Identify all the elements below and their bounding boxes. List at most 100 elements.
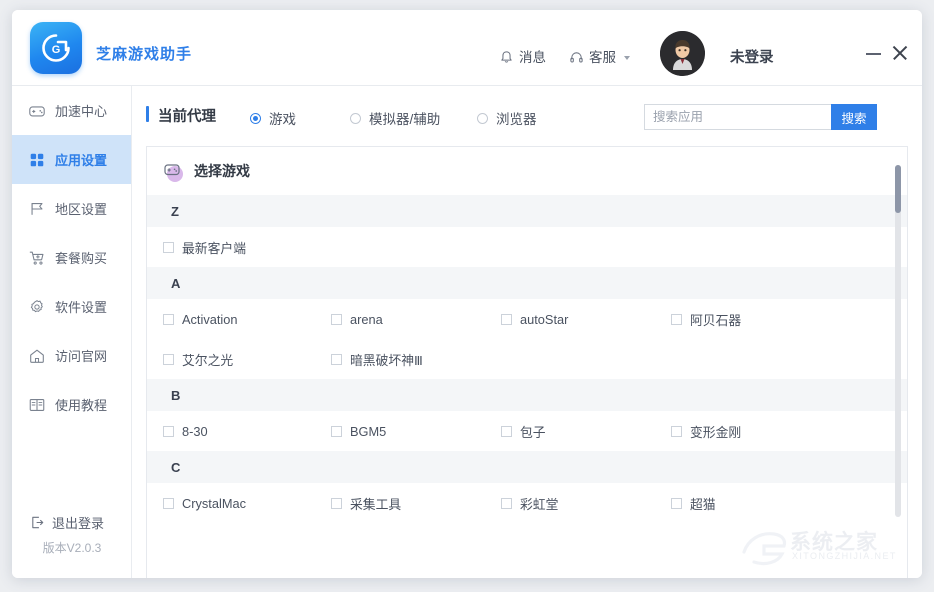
game-item[interactable]: arena (317, 312, 487, 327)
flag-icon (28, 200, 46, 218)
gear-icon (28, 298, 46, 316)
game-label: 超猫 (690, 494, 716, 513)
radio-label: 游戏 (269, 108, 296, 128)
sidebar-item-official-site[interactable]: 访问官网 (12, 331, 131, 380)
app-window: G 芝麻游戏助手 消息 客服 (12, 10, 922, 578)
section-header: Z (147, 195, 908, 227)
game-label: 暗黑破坏神Ⅲ (350, 350, 423, 369)
game-item[interactable]: 超猫 (657, 494, 827, 513)
game-label: 变形金刚 (690, 422, 741, 441)
game-checkbox[interactable] (163, 242, 174, 253)
customer-service-label: 客服 (589, 46, 616, 66)
sidebar-item-label: 软件设置 (55, 297, 107, 316)
close-button[interactable] (889, 42, 911, 64)
cart-icon (28, 249, 46, 267)
section-header: A (147, 267, 908, 299)
radio-indicator (477, 113, 488, 124)
game-checkbox[interactable] (501, 498, 512, 509)
sidebar-item-app-settings[interactable]: 应用设置 (12, 135, 131, 184)
radio-indicator (350, 113, 361, 124)
version-label: 版本V2.0.3 (12, 539, 132, 556)
sidebar-item-label: 访问官网 (55, 346, 107, 365)
game-checkbox[interactable] (331, 498, 342, 509)
proxy-toolbar: 当前代理 游戏 模拟器/辅助 浏览器 搜索 (132, 86, 922, 146)
game-checkbox[interactable] (331, 426, 342, 437)
radio-label: 浏览器 (496, 108, 537, 128)
game-checkbox[interactable] (671, 314, 682, 325)
sidebar-item-label: 加速中心 (55, 101, 107, 120)
game-label: arena (350, 312, 383, 327)
game-row: 最新客户端 (147, 227, 908, 267)
game-item[interactable]: 彩虹堂 (487, 494, 657, 513)
login-status[interactable]: 未登录 (730, 46, 774, 67)
list-scrollbar[interactable] (895, 165, 901, 517)
proxy-section-title: 当前代理 (158, 105, 216, 126)
game-checkbox[interactable] (163, 354, 174, 365)
search-area: 搜索 (644, 104, 877, 130)
game-item[interactable]: 暗黑破坏神Ⅲ (317, 350, 487, 369)
svg-text:G: G (52, 44, 61, 56)
book-icon (28, 396, 46, 414)
content-area: 当前代理 游戏 模拟器/辅助 浏览器 搜索 (132, 86, 922, 578)
game-list: Z 最新客户端 A Activation arena autoStar阿贝石器艾尔之光 暗黑… (147, 195, 908, 578)
sidebar-item-tutorial[interactable]: 使用教程 (12, 380, 131, 429)
game-label: 包子 (520, 422, 546, 441)
game-item[interactable]: 8-30 (147, 424, 317, 439)
game-item[interactable]: 采集工具 (317, 494, 487, 513)
section-header: C (147, 451, 908, 483)
section-header: B (147, 379, 908, 411)
game-row: CrystalMac采集工具 彩虹堂 超猫 (147, 483, 908, 523)
game-item[interactable]: BGM5 (317, 424, 487, 439)
avatar-illustration-icon (660, 31, 705, 76)
customer-service-button[interactable]: 客服 (569, 46, 630, 66)
messages-button[interactable]: 消息 (499, 46, 546, 66)
section-letter: C (171, 460, 180, 475)
game-item[interactable]: Activation (147, 312, 317, 327)
scrollbar-thumb[interactable] (895, 165, 901, 213)
game-item[interactable]: 阿贝石器 (657, 310, 827, 329)
title-bar: G 芝麻游戏助手 消息 客服 (12, 10, 922, 86)
game-label: 艾尔之光 (182, 350, 233, 369)
game-checkbox[interactable] (163, 426, 174, 437)
sidebar-item-label: 应用设置 (55, 150, 107, 169)
game-checkbox[interactable] (163, 498, 174, 509)
minimize-button[interactable] (863, 42, 885, 64)
search-button[interactable]: 搜索 (831, 104, 877, 130)
game-item[interactable]: autoStar (487, 312, 657, 327)
headset-icon (569, 50, 584, 65)
game-item[interactable]: 最新客户端 (147, 238, 317, 257)
radio-option-browser[interactable]: 浏览器 (477, 108, 537, 128)
game-checkbox[interactable] (163, 314, 174, 325)
sidebar-item-label: 套餐购买 (55, 248, 107, 267)
gamepad-icon (28, 102, 46, 120)
game-checkbox[interactable] (501, 314, 512, 325)
sidebar-item-acceleration[interactable]: 加速中心 (12, 86, 131, 135)
radio-option-game[interactable]: 游戏 (250, 108, 296, 128)
sidebar-item-purchase-plan[interactable]: 套餐购买 (12, 233, 131, 282)
search-input[interactable] (644, 104, 831, 130)
bell-icon (499, 50, 514, 65)
game-item[interactable]: 变形金刚 (657, 422, 827, 441)
grid-icon (28, 151, 46, 169)
gamepad-badge-icon (163, 160, 185, 182)
sidebar-item-region-settings[interactable]: 地区设置 (12, 184, 131, 233)
logout-button[interactable]: 退出登录 (12, 513, 132, 532)
sidebar-item-software-settings[interactable]: 软件设置 (12, 282, 131, 331)
game-checkbox[interactable] (331, 314, 342, 325)
avatar[interactable] (660, 31, 705, 76)
game-item[interactable]: 包子 (487, 422, 657, 441)
logo-glyph-icon: G (39, 31, 73, 65)
game-label: 彩虹堂 (520, 494, 558, 513)
game-item[interactable]: CrystalMac (147, 496, 317, 511)
game-row: 艾尔之光 暗黑破坏神Ⅲ (147, 339, 908, 379)
logout-label: 退出登录 (52, 513, 104, 532)
game-row: Activation arena autoStar阿贝石器 (147, 299, 908, 339)
game-checkbox[interactable] (501, 426, 512, 437)
section-letter: A (171, 276, 180, 291)
game-checkbox[interactable] (671, 426, 682, 437)
game-item[interactable]: 艾尔之光 (147, 350, 317, 369)
app-title: 芝麻游戏助手 (96, 43, 192, 64)
game-checkbox[interactable] (331, 354, 342, 365)
game-checkbox[interactable] (671, 498, 682, 509)
radio-option-emulator[interactable]: 模拟器/辅助 (350, 108, 440, 128)
